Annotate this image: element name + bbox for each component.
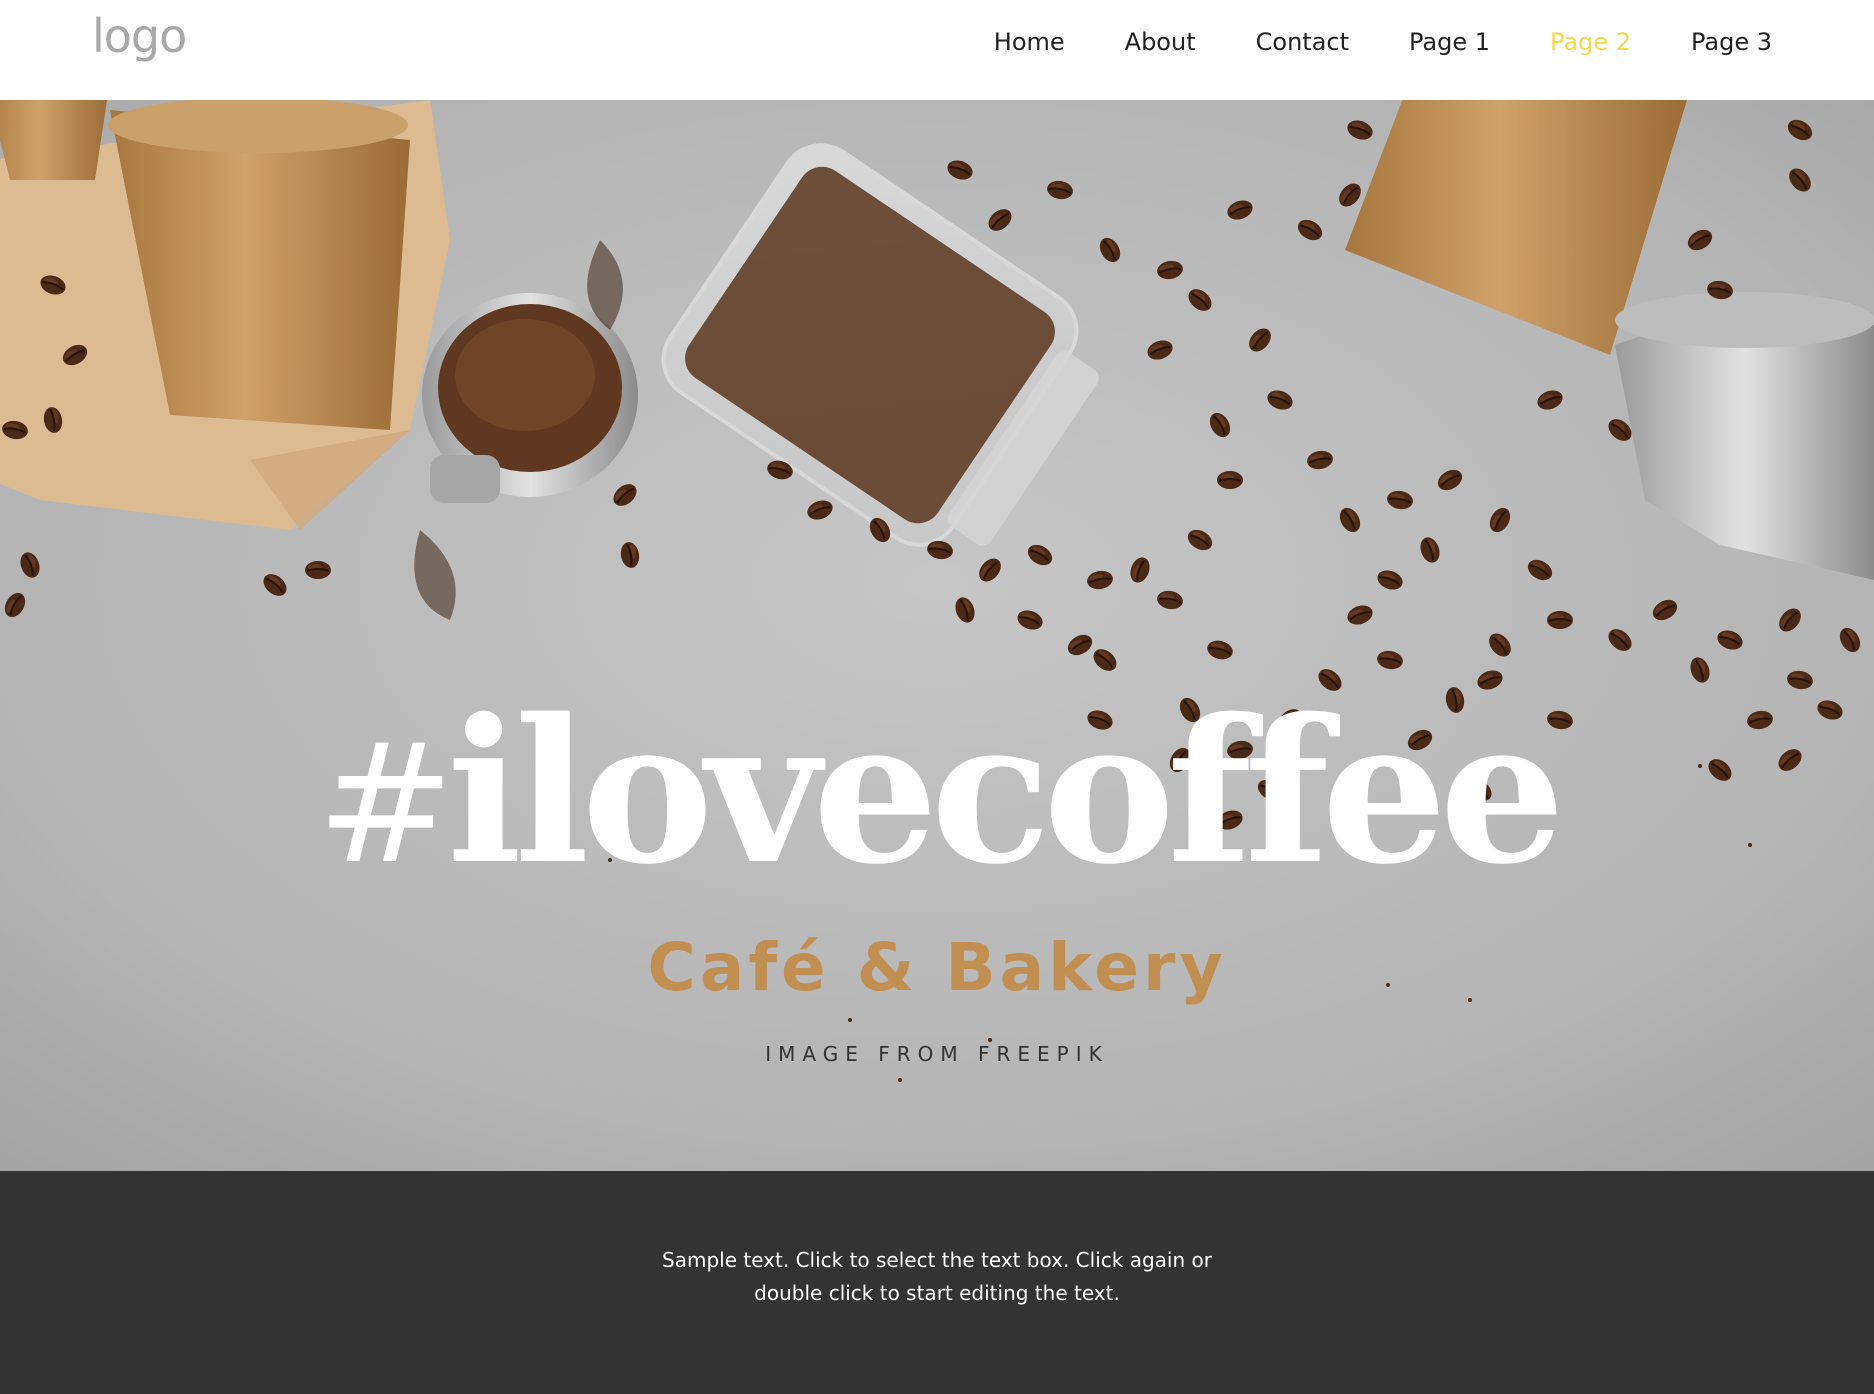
nav-item-home[interactable]: Home (994, 22, 1065, 62)
hero-background-image (0, 100, 1874, 1171)
nav-item-contact[interactable]: Contact (1256, 22, 1349, 62)
footer-section: Sample text. Click to select the text bo… (0, 1171, 1874, 1394)
footer-sample-text[interactable]: Sample text. Click to select the text bo… (637, 1244, 1237, 1310)
image-credit: IMAGE FROM FREEPIK (765, 1042, 1109, 1066)
site-header: logo Home About Contact Page 1 Page 2 Pa… (0, 0, 1874, 100)
nav-item-page-3[interactable]: Page 3 (1691, 22, 1772, 62)
hero-headline-word: ilovecoffee (446, 675, 1565, 908)
main-nav: Home About Contact Page 1 Page 2 Page 3 (934, 22, 1772, 62)
hero-headline: #ilovecoffee (0, 682, 1874, 914)
nav-item-about[interactable]: About (1125, 22, 1196, 62)
nav-item-page-2[interactable]: Page 2 (1550, 22, 1631, 62)
logo[interactable]: logo (92, 6, 187, 66)
nav-item-page-1[interactable]: Page 1 (1409, 22, 1490, 62)
hero-subtitle: Café & Bakery (647, 929, 1227, 1006)
hero-headline-hash: # (316, 708, 455, 900)
hero-section: #ilovecoffee Café & Bakery IMAGE FROM FR… (0, 100, 1874, 1171)
